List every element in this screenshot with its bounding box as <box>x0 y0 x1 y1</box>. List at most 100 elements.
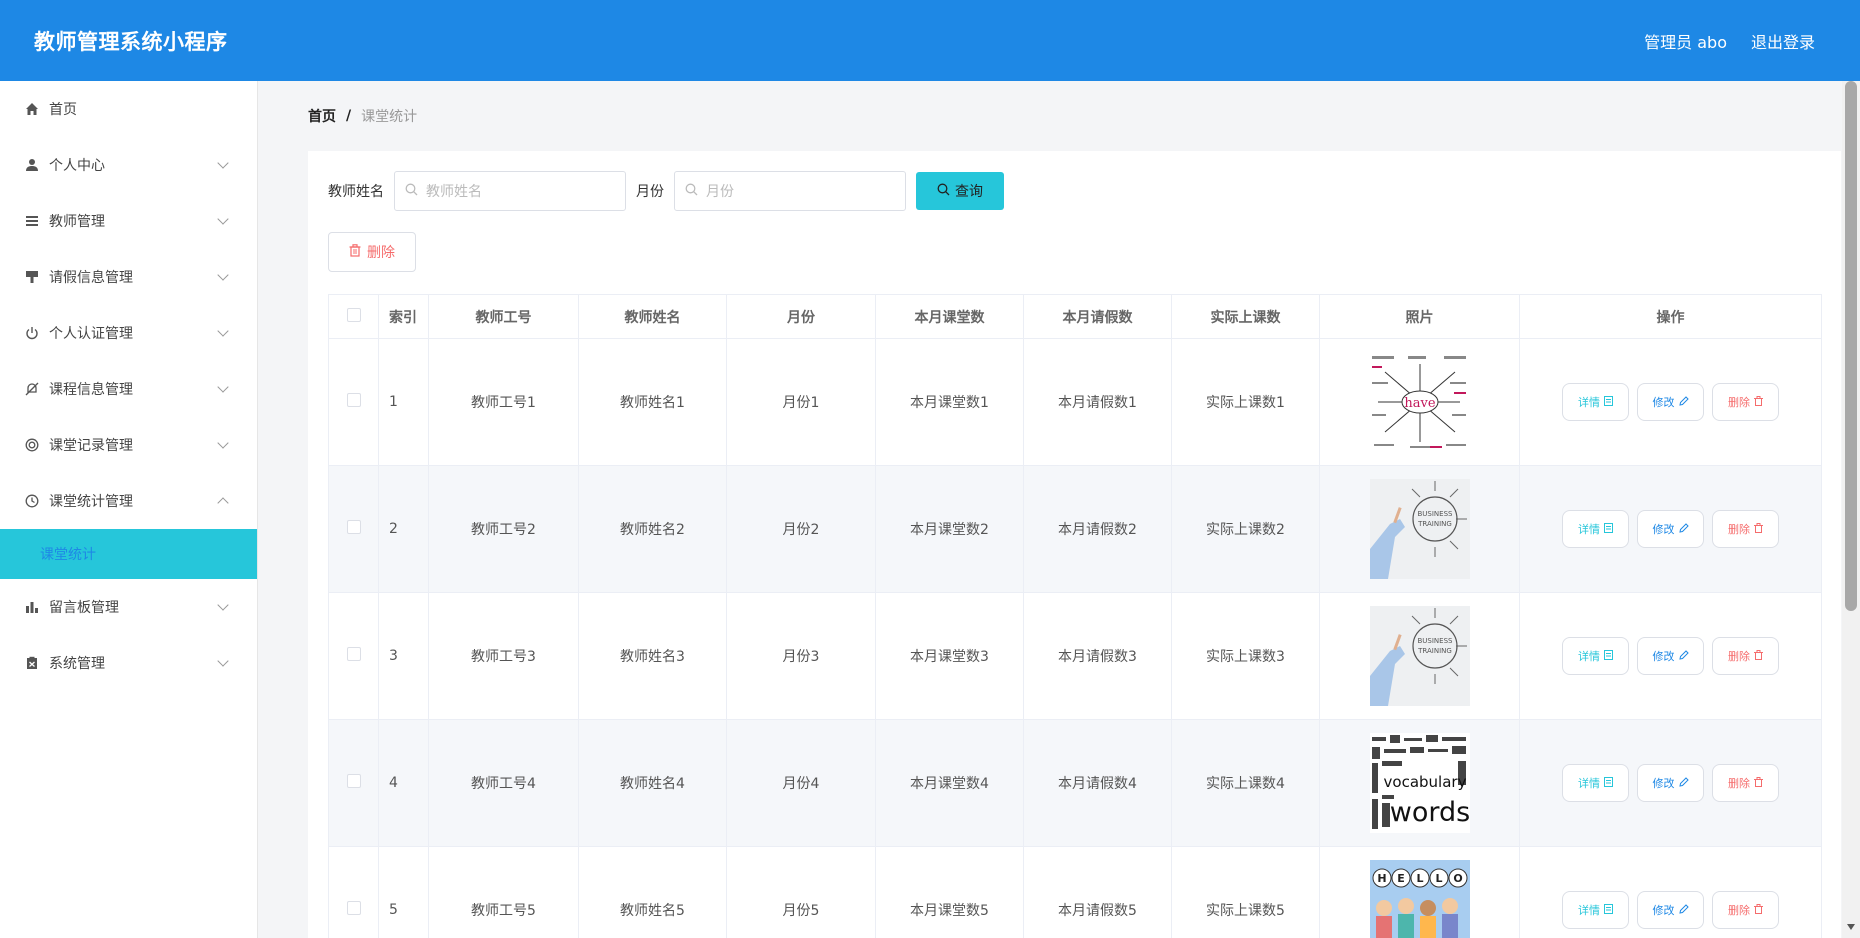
sidebar-item-records[interactable]: 课堂记录管理 <box>0 417 257 473</box>
document-icon <box>1604 522 1613 536</box>
home-icon <box>24 101 40 117</box>
row-select-cell <box>328 338 379 466</box>
sidebar-item-label: 教师管理 <box>49 214 105 230</box>
sidebar-item-profile[interactable]: 个人中心 <box>0 137 257 193</box>
sidebar-item-auth[interactable]: 个人认证管理 <box>0 305 257 361</box>
chevron-down-icon <box>217 381 229 393</box>
row-select-cell <box>328 592 379 720</box>
sidebar-item-courses[interactable]: 课程信息管理 <box>0 361 257 417</box>
table-row: 4 教师工号4 教师姓名4 月份4 本月课堂数4 本月请假数4 实际上课数4 v… <box>328 719 1822 847</box>
cell-month: 月份2 <box>726 465 876 593</box>
edit-label: 修改 <box>1652 650 1675 663</box>
sidebar-item-label: 留言板管理 <box>49 600 119 616</box>
scrollbar-thumb[interactable] <box>1845 81 1857 611</box>
bulk-actions: 删除 <box>328 232 1821 272</box>
delete-label: 删除 <box>1728 777 1750 790</box>
sidebar-item-stats[interactable]: 课堂统计管理 <box>0 473 257 529</box>
row-checkbox[interactable] <box>346 520 361 534</box>
row-actions: 详情 修改 删除 <box>1520 383 1821 421</box>
current-user: 管理员 abo <box>1644 32 1727 52</box>
delete-label: 删除 <box>1728 650 1750 663</box>
detail-button[interactable]: 详情 <box>1562 510 1629 548</box>
chevron-down-icon <box>217 269 229 281</box>
sidebar-subitem-class-stats[interactable]: 课堂统计 <box>0 529 257 579</box>
cell-actual: 实际上课数5 <box>1171 846 1320 938</box>
cell-operations: 详情 修改 删除 <box>1519 465 1822 593</box>
edit-button[interactable]: 修改 <box>1637 764 1704 802</box>
row-actions: 详情 修改 删除 <box>1520 891 1821 929</box>
edit-label: 修改 <box>1652 904 1675 917</box>
delete-button[interactable]: 删除 <box>1712 637 1779 675</box>
row-checkbox[interactable] <box>346 901 361 915</box>
cell-operations: 详情 修改 删除 <box>1519 719 1822 847</box>
cell-photo: BUSINESS TRAINING <box>1319 592 1520 720</box>
photo-text-words: words <box>1389 797 1469 828</box>
logout-link[interactable]: 退出登录 <box>1751 29 1815 53</box>
table-row: 3 教师工号3 教师姓名3 月份3 本月课堂数3 本月请假数3 实际上课数3 B… <box>328 592 1822 720</box>
sidebar-item-messages[interactable]: 留言板管理 <box>0 579 257 635</box>
brush-icon <box>24 269 40 285</box>
detail-button[interactable]: 详情 <box>1562 764 1629 802</box>
delete-button[interactable]: 删除 <box>1712 891 1779 929</box>
month-label: 月份 <box>636 184 664 200</box>
row-checkbox[interactable] <box>346 393 361 407</box>
sidebar-item-system[interactable]: 系统管理 <box>0 635 257 691</box>
cell-actual: 实际上课数3 <box>1171 592 1320 720</box>
cell-actual: 实际上课数2 <box>1171 465 1320 593</box>
search-icon <box>405 183 418 200</box>
sidebar-item-label: 个人认证管理 <box>49 326 133 342</box>
pencil-icon <box>1678 522 1689 536</box>
table-row: 2 教师工号2 教师姓名2 月份2 本月课堂数2 本月请假数2 实际上课数2 B… <box>328 465 1822 593</box>
sidebar-item-teachers[interactable]: 教师管理 <box>0 193 257 249</box>
detail-button[interactable]: 详情 <box>1562 637 1629 675</box>
delete-button[interactable]: 删除 <box>1712 764 1779 802</box>
sidebar-item-label: 个人中心 <box>49 158 105 174</box>
photo-text-business: BUSINESS <box>1417 510 1453 518</box>
trash-icon <box>1754 522 1763 536</box>
row-checkbox[interactable] <box>346 647 361 661</box>
select-all-checkbox[interactable] <box>346 307 361 322</box>
cell-teacher-no: 教师工号3 <box>428 592 579 720</box>
cell-classes: 本月课堂数1 <box>875 338 1024 466</box>
delete-label: 删除 <box>1728 396 1750 409</box>
table-row: 1 教师工号1 教师姓名1 月份1 本月课堂数1 本月请假数1 实际上课数1 h… <box>328 338 1822 466</box>
page-scrollbar[interactable] <box>1842 81 1860 938</box>
edit-button[interactable]: 修改 <box>1637 891 1704 929</box>
breadcrumb-home[interactable]: 首页 <box>308 106 336 126</box>
detail-button[interactable]: 详情 <box>1562 383 1629 421</box>
edit-button[interactable]: 修改 <box>1637 510 1704 548</box>
scroll-down-arrow-icon[interactable] <box>1847 924 1855 930</box>
sidebar-item-home[interactable]: 首页 <box>0 81 257 137</box>
query-button[interactable]: 查询 <box>916 172 1004 210</box>
month-input[interactable]: 月份 <box>674 171 906 211</box>
photo-text-training: TRAINING <box>1417 520 1452 528</box>
teacher-name-input[interactable]: 教师姓名 <box>394 171 626 211</box>
photo-text-hello-e: E <box>1397 872 1405 885</box>
cell-index: 1 <box>378 338 429 466</box>
detail-label: 详情 <box>1578 904 1600 917</box>
photo-business-training: BUSINESS TRAINING <box>1369 479 1470 579</box>
detail-label: 详情 <box>1578 650 1600 663</box>
detail-button[interactable]: 详情 <box>1562 891 1629 929</box>
edit-button[interactable]: 修改 <box>1637 637 1704 675</box>
sidebar-item-leave[interactable]: 请假信息管理 <box>0 249 257 305</box>
photo-text-training: TRAINING <box>1417 647 1452 655</box>
select-all-cell <box>328 294 379 339</box>
cell-actual: 实际上课数1 <box>1171 338 1320 466</box>
edit-button[interactable]: 修改 <box>1637 383 1704 421</box>
bulk-delete-button[interactable]: 删除 <box>328 232 416 272</box>
delete-label: 删除 <box>1728 523 1750 536</box>
row-checkbox[interactable] <box>346 774 361 788</box>
document-icon <box>1604 903 1613 917</box>
chevron-down-icon <box>217 213 229 225</box>
photo-text-hello-o: O <box>1453 872 1462 885</box>
pencil-icon <box>1678 395 1689 409</box>
cell-teacher-no: 教师工号1 <box>428 338 579 466</box>
delete-button[interactable]: 删除 <box>1712 383 1779 421</box>
table-header-row: 索引 教师工号 教师姓名 月份 本月课堂数 本月请假数 实际上课数 照片 操作 <box>328 294 1822 339</box>
column-header: 本月课堂数 <box>875 294 1024 339</box>
pencil-icon <box>1678 649 1689 663</box>
top-header: 教师管理系统小程序 管理员 abo 退出登录 <box>0 0 1860 81</box>
chevron-down-icon <box>217 437 229 449</box>
delete-button[interactable]: 删除 <box>1712 510 1779 548</box>
